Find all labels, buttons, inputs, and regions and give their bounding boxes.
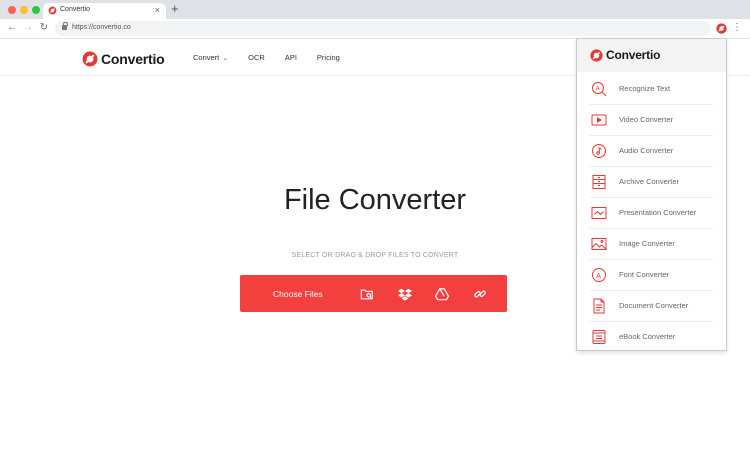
- nav-item-ocr[interactable]: OCR: [248, 53, 265, 62]
- forward-button[interactable]: →: [21, 21, 35, 35]
- popup-item-label: Font Converter: [619, 270, 670, 279]
- browser-menu-icon[interactable]: ⋮: [732, 22, 742, 34]
- main-nav: Convert ⌄ OCR API Pricing: [193, 53, 360, 62]
- popup-item-label: Archive Converter: [619, 177, 680, 186]
- site-logo[interactable]: Convertio: [82, 50, 165, 68]
- popup-item-label: Recognize Text: [619, 84, 671, 93]
- chevron-down-icon: ⌄: [222, 54, 229, 62]
- google-drive-icon[interactable]: [435, 287, 449, 301]
- reload-button[interactable]: ↻: [37, 21, 51, 35]
- popup-item-font-converter[interactable]: A Font Converter: [589, 260, 713, 291]
- popup-item-label: Document Converter: [619, 301, 689, 310]
- logo-text: Convertio: [101, 51, 165, 67]
- dropbox-icon[interactable]: [398, 287, 412, 301]
- window-zoom-button[interactable]: [32, 6, 40, 14]
- upload-bar[interactable]: Choose Files: [240, 275, 507, 312]
- url-link-icon[interactable]: [473, 287, 487, 301]
- nav-item-api[interactable]: API: [285, 53, 297, 62]
- browser-toolbar: ← → ↻ https://convertio.co ⋮: [0, 19, 750, 39]
- tab-close-icon[interactable]: ×: [155, 4, 160, 16]
- nav-item-convert[interactable]: Convert ⌄: [193, 53, 228, 62]
- video-icon: [591, 114, 607, 126]
- image-icon: [591, 238, 607, 250]
- popup-item-audio-converter[interactable]: Audio Converter: [589, 136, 713, 167]
- document-icon: [593, 298, 605, 314]
- popup-item-label: Audio Converter: [619, 146, 674, 155]
- popup-item-video-converter[interactable]: Video Converter: [589, 105, 713, 136]
- popup-logo-text: Convertio: [606, 48, 661, 62]
- convertio-logo-icon: [82, 51, 98, 67]
- audio-icon: [592, 144, 606, 158]
- presentation-icon: [591, 207, 607, 219]
- new-tab-button[interactable]: +: [171, 1, 179, 17]
- svg-text:A: A: [596, 86, 600, 92]
- folder-search-icon[interactable]: [360, 287, 374, 301]
- nav-item-label: Convert: [193, 53, 220, 62]
- popup-logo[interactable]: Convertio: [590, 48, 660, 62]
- address-bar[interactable]: https://convertio.co: [55, 21, 711, 36]
- font-icon: A: [592, 268, 606, 282]
- popup-item-recognize-text[interactable]: A Recognize Text: [589, 74, 713, 105]
- back-button[interactable]: ←: [5, 21, 19, 35]
- url-text[interactable]: https://convertio.co: [72, 24, 131, 31]
- lock-icon: [62, 22, 68, 30]
- convertio-extension-icon[interactable]: [716, 23, 727, 34]
- popup-item-label: Video Converter: [619, 115, 674, 124]
- window-minimize-button[interactable]: [20, 6, 28, 14]
- popup-item-label: Presentation Converter: [619, 208, 697, 217]
- ebook-icon: [592, 330, 606, 344]
- extension-popup: Convertio A Recognize Text Video Convert…: [576, 38, 727, 351]
- nav-item-pricing[interactable]: Pricing: [317, 53, 340, 62]
- popup-item-presentation-converter[interactable]: Presentation Converter: [589, 198, 713, 229]
- ocr-magnifier-icon: A: [592, 82, 607, 97]
- tab-title: Convertio: [60, 6, 90, 13]
- popup-item-archive-converter[interactable]: Archive Converter: [589, 167, 713, 198]
- archive-icon: [592, 175, 606, 189]
- convertio-logo-icon: [590, 48, 603, 62]
- popup-item-document-converter[interactable]: Document Converter: [589, 291, 713, 322]
- popup-item-image-converter[interactable]: Image Converter: [589, 229, 713, 260]
- popup-item-ebook-converter[interactable]: eBook Converter: [589, 322, 713, 353]
- svg-text:A: A: [596, 273, 601, 280]
- choose-files-button[interactable]: Choose Files: [273, 289, 323, 299]
- browser-tab[interactable]: Convertio ×: [43, 3, 166, 19]
- browser-tabbar: Convertio × +: [0, 0, 750, 19]
- popup-item-label: eBook Converter: [619, 332, 676, 341]
- window-close-button[interactable]: [8, 6, 16, 14]
- popup-item-label: Image Converter: [619, 239, 675, 248]
- popup-header: Convertio: [577, 39, 726, 72]
- convertio-favicon-icon: [48, 6, 57, 15]
